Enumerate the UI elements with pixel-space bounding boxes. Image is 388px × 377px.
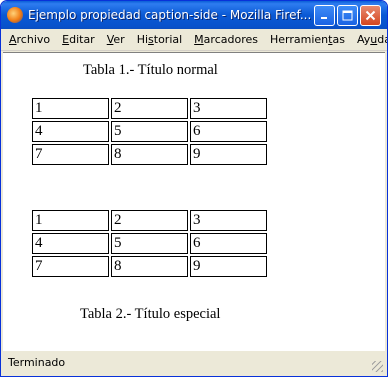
table2-caption: Tabla 2.- Título especial <box>80 306 221 322</box>
browser-window: Ejemplo propiedad caption-side - Mozilla… <box>0 0 388 377</box>
window-controls <box>314 4 381 26</box>
table-cell: 8 <box>111 144 188 165</box>
menu-ayuda[interactable]: Ayuda <box>351 33 387 46</box>
table-row: 1 2 3 <box>32 98 267 119</box>
menu-bar: Archivo Editar Ver Historial Marcadores … <box>1 29 387 51</box>
menu-historial[interactable]: Historial <box>131 33 188 46</box>
page-content: Tabla 1.- Título normal 1 2 3 4 5 6 7 8 … <box>3 52 385 350</box>
firefox-logo-icon <box>7 7 23 23</box>
table-cell: 1 <box>32 210 109 231</box>
table-cell: 9 <box>190 144 267 165</box>
table-cell: 7 <box>32 144 109 165</box>
table-cell: 6 <box>190 233 267 254</box>
table-row: 4 5 6 <box>32 121 267 142</box>
table-cell: 2 <box>111 98 188 119</box>
menu-herramientas[interactable]: Herramientas <box>264 33 351 46</box>
title-bar[interactable]: Ejemplo propiedad caption-side - Mozilla… <box>1 1 387 29</box>
table-cell: 4 <box>32 233 109 254</box>
maximize-icon <box>342 10 353 20</box>
status-bar: Terminado <box>3 350 385 374</box>
table2: 1 2 3 4 5 6 7 8 9 <box>30 208 269 279</box>
window-title: Ejemplo propiedad caption-side - Mozilla… <box>28 8 312 22</box>
maximize-button[interactable] <box>337 4 358 26</box>
table-cell: 2 <box>111 210 188 231</box>
table-cell: 1 <box>32 98 109 119</box>
table1-caption: Tabla 1.- Título normal <box>83 62 218 78</box>
minimize-icon <box>320 17 327 19</box>
status-text: Terminado <box>8 356 66 369</box>
table-row: 7 8 9 <box>32 256 267 277</box>
table-cell: 5 <box>111 233 188 254</box>
menu-editar[interactable]: Editar <box>56 33 101 46</box>
menu-ver[interactable]: Ver <box>101 33 131 46</box>
close-button[interactable] <box>360 4 381 26</box>
table-cell: 7 <box>32 256 109 277</box>
table-cell: 6 <box>190 121 267 142</box>
table-cell: 4 <box>32 121 109 142</box>
table1: 1 2 3 4 5 6 7 8 9 <box>30 96 269 167</box>
table-cell: 8 <box>111 256 188 277</box>
table-cell: 3 <box>190 210 267 231</box>
table-cell: 9 <box>190 256 267 277</box>
table-row: 1 2 3 <box>32 210 267 231</box>
table-row: 4 5 6 <box>32 233 267 254</box>
table-cell: 5 <box>111 121 188 142</box>
table-row: 7 8 9 <box>32 144 267 165</box>
resize-grip-icon[interactable] <box>372 361 383 372</box>
close-icon <box>365 10 376 20</box>
minimize-button[interactable] <box>314 4 335 26</box>
menu-archivo[interactable]: Archivo <box>3 33 56 46</box>
menu-marcadores[interactable]: Marcadores <box>188 33 264 46</box>
table-cell: 3 <box>190 98 267 119</box>
